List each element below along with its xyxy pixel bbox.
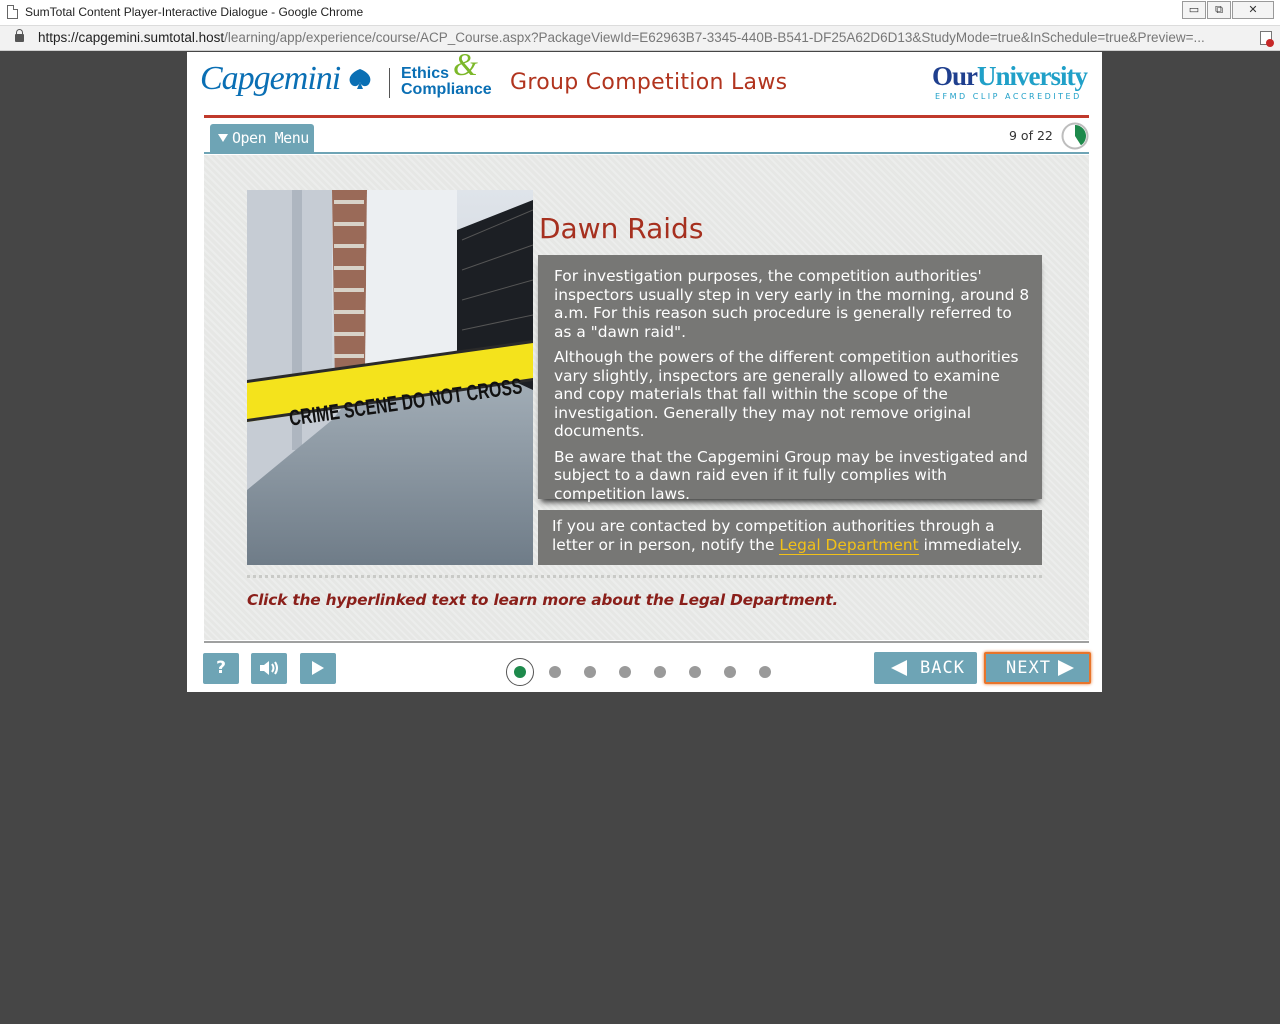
slide-dot[interactable] [549, 666, 561, 678]
legal-department-link[interactable]: Legal Department [779, 535, 919, 555]
slide-dot[interactable] [654, 666, 666, 678]
audio-button[interactable] [251, 653, 287, 684]
notice-box: If you are contacted by competition auth… [538, 510, 1042, 565]
paragraph-investigation: For investigation purposes, the competit… [554, 267, 1030, 341]
slide-dot[interactable] [506, 658, 534, 686]
instruction-text: Click the hyperlinked text to learn more… [247, 591, 839, 609]
notice-text-after: immediately. [918, 535, 1023, 554]
header-divider [389, 68, 390, 98]
next-button[interactable]: NEXT [984, 652, 1091, 684]
url-host: https://capgemini.sumtotal.host [38, 30, 225, 45]
our-university-logo: OurUniversity [932, 61, 1088, 92]
minimize-button[interactable]: ▭ [1182, 1, 1206, 19]
capgemini-spade-icon [349, 69, 371, 89]
compliance-word: Compliance [401, 81, 492, 98]
help-button[interactable]: ? [203, 653, 239, 684]
restore-button[interactable]: ⧉ [1207, 1, 1231, 19]
slide-dot[interactable] [619, 666, 631, 678]
back-button[interactable]: BACK [874, 652, 977, 684]
extension-icon[interactable] [1260, 31, 1274, 47]
help-icon: ? [216, 658, 226, 678]
window-title: SumTotal Content Player-Interactive Dial… [25, 5, 364, 19]
crime-scene-photo: CRIME SCENE DO NOT CROSS [247, 190, 533, 565]
university-word: University [977, 61, 1088, 91]
paragraph-powers: Although the powers of the different com… [554, 348, 1019, 440]
speaker-icon [260, 661, 278, 675]
slide-dot[interactable] [724, 666, 736, 678]
course-header: Capgemini Ethics & Compliance Group Comp… [187, 48, 1102, 118]
dotted-divider [247, 575, 1042, 578]
slide-dot[interactable] [584, 666, 596, 678]
address-bar[interactable]: https://capgemini.sumtotal.host/learning… [0, 26, 1280, 51]
url-path: /learning/app/experience/course/ACP_Cour… [224, 30, 1205, 45]
progress-pie-icon [1061, 122, 1089, 150]
ethics-ampersand: & [453, 46, 478, 82]
content-text-box: For investigation purposes, the competit… [538, 255, 1042, 503]
slide-title: Dawn Raids [539, 212, 704, 245]
course-title: Group Competition Laws [510, 70, 788, 95]
play-button[interactable] [300, 653, 336, 684]
open-menu-button[interactable]: Open Menu [210, 124, 314, 152]
header-divider-line [204, 115, 1089, 118]
url-text[interactable]: https://capgemini.sumtotal.host/learning… [38, 30, 1243, 45]
course-player: Capgemini Ethics & Compliance Group Comp… [187, 48, 1102, 692]
our-word: Our [932, 61, 978, 91]
accreditation-text: EFMD CLIP ACCREDITED [935, 92, 1082, 101]
triangle-down-icon [218, 134, 228, 142]
play-icon [312, 661, 324, 675]
open-menu-label: Open Menu [232, 129, 309, 147]
paragraph-awareness: Be aware that the Capgemini Group may be… [554, 447, 1028, 503]
page-icon [7, 5, 18, 19]
ethics-compliance-logo: Ethics & Compliance [401, 48, 492, 98]
footer-divider-line [204, 641, 1089, 643]
back-label: BACK [920, 658, 965, 678]
ethics-word: Ethics [401, 65, 450, 82]
slide-dot[interactable] [689, 666, 701, 678]
lock-icon[interactable] [15, 29, 24, 42]
slide-dots-navigation [506, 655, 776, 686]
capgemini-logo: Capgemini [200, 60, 341, 97]
next-arrow-icon [1058, 660, 1074, 676]
page-counter: 9 of 22 [1009, 128, 1053, 143]
next-label: NEXT [1006, 658, 1051, 678]
menu-divider-line [204, 152, 1089, 154]
window-controls: ▭ ⧉ ✕ [1182, 1, 1274, 19]
slide-dot[interactable] [759, 666, 771, 678]
close-button[interactable]: ✕ [1232, 1, 1274, 19]
browser-title-bar: SumTotal Content Player-Interactive Dial… [0, 0, 1280, 26]
back-arrow-icon [891, 660, 907, 676]
